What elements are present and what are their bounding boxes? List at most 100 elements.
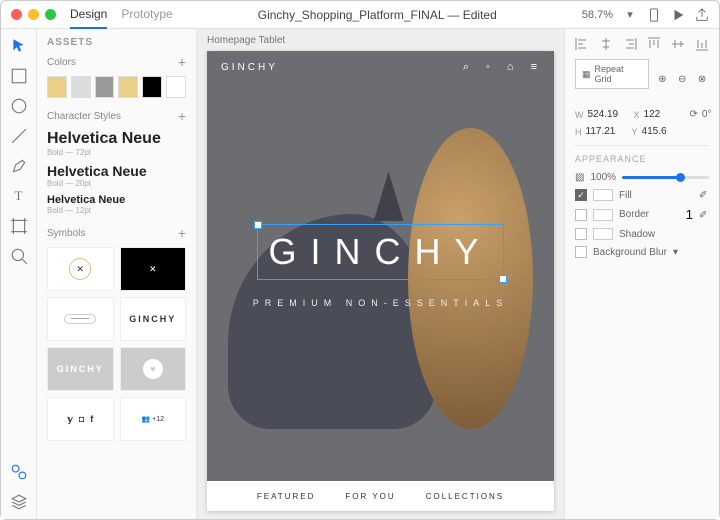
- nav-featured: FEATURED: [257, 492, 316, 501]
- colors-label: Colors: [47, 57, 76, 68]
- window-controls: [11, 9, 56, 20]
- symbols-label: Symbols: [47, 228, 85, 239]
- shadow-swatch[interactable]: [593, 228, 613, 240]
- mode-tabs: Design Prototype: [70, 1, 173, 29]
- add-op-icon[interactable]: ⊕: [655, 72, 669, 86]
- symbol-item[interactable]: ———: [47, 297, 114, 341]
- appearance-label: APPEARANCE: [575, 154, 709, 164]
- char-style[interactable]: Helvetica NeueBold — 72pt: [47, 130, 186, 157]
- zoom-level[interactable]: 58.7%: [582, 9, 613, 21]
- color-swatch[interactable]: [142, 76, 162, 98]
- border-width-field[interactable]: [673, 207, 693, 222]
- assets-title: ASSETS: [47, 37, 186, 48]
- border-checkbox[interactable]: [575, 209, 587, 221]
- width-field[interactable]: [588, 109, 628, 120]
- maximize-window-icon[interactable]: [45, 9, 56, 20]
- symbol-item[interactable]: 𝕪 ◘ f: [47, 397, 114, 441]
- blur-checkbox[interactable]: [575, 246, 587, 258]
- device-preview-icon[interactable]: [647, 8, 661, 22]
- play-icon[interactable]: [671, 8, 685, 22]
- symbol-item[interactable]: ✕: [47, 247, 114, 291]
- align-center-h-icon[interactable]: [599, 37, 613, 51]
- tool-strip: T: [1, 29, 37, 519]
- artboard[interactable]: GINCHY ⌕ ◦ ⌂ ≡ GINCHY PREMIUM NON-ESSENT…: [207, 51, 554, 511]
- height-field[interactable]: [586, 126, 626, 137]
- fill-checkbox[interactable]: ✓: [575, 189, 587, 201]
- hero-illustration-horn: [374, 171, 404, 221]
- shadow-label: Shadow: [619, 229, 655, 240]
- rotation-field[interactable]: 0°: [702, 109, 712, 120]
- border-label: Border: [619, 209, 649, 220]
- pen-tool-icon[interactable]: [10, 157, 28, 175]
- symbol-item[interactable]: GINCHY: [120, 297, 187, 341]
- nav-foryou: FOR YOU: [345, 492, 395, 501]
- chevron-down-icon[interactable]: ▾: [623, 8, 637, 22]
- char-style[interactable]: Helvetica NeueBold — 20pt: [47, 163, 186, 188]
- align-right-icon[interactable]: [623, 37, 637, 51]
- shadow-checkbox[interactable]: [575, 228, 587, 240]
- zoom-tool-icon[interactable]: [10, 247, 28, 265]
- bottom-nav: FEATURED FOR YOU COLLECTIONS: [207, 481, 554, 511]
- select-tool-icon[interactable]: [10, 37, 28, 55]
- align-controls: [575, 37, 709, 51]
- symbol-item[interactable]: ✕: [120, 247, 187, 291]
- color-swatch[interactable]: [47, 76, 67, 98]
- document-title: Ginchy_Shopping_Platform_FINAL — Edited: [173, 8, 582, 22]
- color-swatch[interactable]: [166, 76, 186, 98]
- line-tool-icon[interactable]: [10, 127, 28, 145]
- tab-design[interactable]: Design: [70, 1, 107, 29]
- hero-tagline: PREMIUM NON-ESSENTIALS: [253, 298, 509, 308]
- add-color-icon[interactable]: +: [178, 54, 186, 70]
- titlebar-right: 58.7% ▾: [582, 8, 709, 22]
- grid-icon: ▦: [582, 69, 591, 80]
- artboard-tool-icon[interactable]: [10, 217, 28, 235]
- intersect-op-icon[interactable]: ⊗: [695, 72, 709, 86]
- x-field[interactable]: [644, 109, 684, 120]
- color-swatch[interactable]: [95, 76, 115, 98]
- rotate-icon[interactable]: ⟳: [690, 109, 698, 120]
- titlebar: Design Prototype Ginchy_Shopping_Platfor…: [1, 1, 719, 29]
- artboard-label[interactable]: Homepage Tablet: [207, 35, 285, 46]
- symbol-item[interactable]: ♥: [120, 347, 187, 391]
- repeat-grid-button[interactable]: ▦Repeat Grid: [575, 59, 649, 89]
- charstyles-label: Character Styles: [47, 111, 121, 122]
- nav-collections: COLLECTIONS: [426, 492, 504, 501]
- text-tool-icon[interactable]: T: [10, 187, 28, 205]
- layers-panel-icon[interactable]: [10, 493, 28, 511]
- y-field[interactable]: [642, 126, 682, 137]
- ellipse-tool-icon[interactable]: [10, 97, 28, 115]
- align-middle-icon[interactable]: [671, 37, 685, 51]
- opacity-slider[interactable]: [622, 176, 709, 179]
- subtract-op-icon[interactable]: ⊖: [675, 72, 689, 86]
- eyedropper-icon[interactable]: ✐: [699, 210, 709, 220]
- opacity-icon: ▨: [575, 172, 584, 183]
- align-left-icon[interactable]: [575, 37, 589, 51]
- chevron-down-icon[interactable]: ▾: [673, 247, 678, 258]
- border-swatch[interactable]: [593, 209, 613, 221]
- symbol-item[interactable]: 👥 +12: [120, 397, 187, 441]
- share-icon[interactable]: [695, 8, 709, 22]
- align-bottom-icon[interactable]: [695, 37, 709, 51]
- fill-swatch[interactable]: [593, 189, 613, 201]
- char-style[interactable]: Helvetica NeueBold — 12pt: [47, 194, 186, 215]
- color-swatches: [47, 76, 186, 98]
- hero-logo-selected[interactable]: GINCHY: [257, 224, 503, 280]
- align-top-icon[interactable]: [647, 37, 661, 51]
- assets-panel-icon[interactable]: [10, 463, 28, 481]
- color-swatch[interactable]: [118, 76, 138, 98]
- properties-panel: ▦Repeat Grid ⊕ ⊖ ⊗ W X ⟳0° H Y APPEARANC…: [564, 29, 719, 519]
- canvas[interactable]: Homepage Tablet GINCHY ⌕ ◦ ⌂ ≡ GINCHY: [197, 29, 564, 519]
- opacity-value[interactable]: 100%: [590, 172, 616, 183]
- add-symbol-icon[interactable]: +: [178, 225, 186, 241]
- minimize-window-icon[interactable]: [28, 9, 39, 20]
- rectangle-tool-icon[interactable]: [10, 67, 28, 85]
- eyedropper-icon[interactable]: ✐: [699, 190, 709, 200]
- close-window-icon[interactable]: [11, 9, 22, 20]
- assets-panel: ASSETS Colors + Character Styles + Helveti…: [37, 29, 197, 519]
- blur-label: Background Blur: [593, 247, 667, 258]
- tab-prototype[interactable]: Prototype: [121, 1, 172, 29]
- add-charstyle-icon[interactable]: +: [178, 108, 186, 124]
- symbol-item[interactable]: GINCHY: [47, 347, 114, 391]
- color-swatch[interactable]: [71, 76, 91, 98]
- fill-label: Fill: [619, 190, 632, 201]
